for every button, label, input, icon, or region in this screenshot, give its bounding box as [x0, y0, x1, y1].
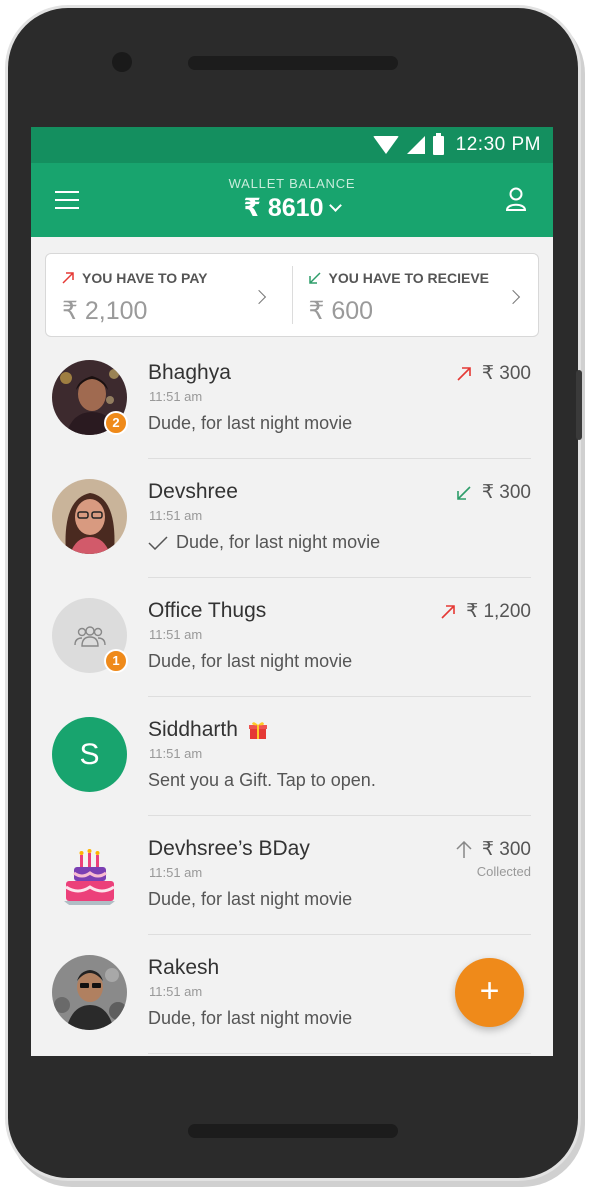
- message-time: 11:51 am: [149, 746, 203, 761]
- list-item[interactable]: Devshree 11:51 am Dude, for last night m…: [31, 459, 553, 578]
- avatar: [52, 479, 127, 554]
- wallet-label: WALLET BALANCE: [228, 176, 356, 191]
- arrow-up-right-icon: [441, 604, 455, 619]
- message-preview: Dude, for last night movie: [148, 651, 353, 671]
- wallet-amount-dropdown[interactable]: ₹ 8610: [243, 193, 343, 223]
- contact-list: 2 Bhaghya 11:51 am Dude, for last night …: [31, 340, 553, 1054]
- list-item[interactable]: S Siddharth 11:51 am Sent you a Gift. Ta…: [31, 697, 553, 816]
- message-preview: Dude, for last night movie: [176, 532, 381, 552]
- contact-name: Rakesh: [148, 956, 220, 979]
- status-bar: 12:30 PM: [31, 127, 553, 163]
- app-bar: WALLET BALANCE ₹ 8610: [31, 163, 553, 237]
- list-item[interactable]: 2 Bhaghya 11:51 am Dude, for last night …: [31, 340, 553, 459]
- wallet-balance: WALLET BALANCE ₹ 8610: [31, 176, 553, 223]
- app-screen: 12:30 PM WALLET BALANCE ₹ 8610 YOU HAVE …: [31, 127, 553, 1056]
- collected-status: Collected: [476, 864, 531, 879]
- contact-name: Office Thugs: [148, 599, 267, 622]
- pay-label: YOU HAVE TO PAY: [82, 270, 208, 286]
- list-item[interactable]: 1 Office Thugs 11:51 am Dude, for last n…: [31, 578, 553, 697]
- receive-label: YOU HAVE TO RECIEVE: [328, 270, 490, 286]
- message-time: 11:51 am: [149, 984, 203, 999]
- amount: ₹ 300: [481, 839, 531, 860]
- avatar: [52, 836, 127, 911]
- birthday-cake-icon: [61, 849, 118, 905]
- message-time: 11:51 am: [149, 865, 203, 880]
- message-time: 11:51 am: [149, 389, 203, 404]
- arrow-down-left-icon: [457, 485, 471, 500]
- check-icon: [148, 535, 168, 550]
- message-time: 11:51 am: [149, 508, 203, 523]
- avatar: S: [52, 717, 127, 792]
- arrow-up-right-icon: [62, 272, 74, 284]
- arrow-up-right-icon: [457, 366, 471, 381]
- group-icon: [73, 625, 106, 647]
- list-item[interactable]: Devhsree’s BDay 11:51 am Dude, for last …: [31, 816, 553, 935]
- message-preview: Sent you a Gift. Tap to open.: [148, 770, 376, 790]
- wallet-amount: ₹ 8610: [243, 194, 324, 222]
- unread-badge: 2: [104, 411, 128, 435]
- receive-summary[interactable]: YOU HAVE TO RECIEVE ₹ 600: [291, 266, 539, 325]
- avatar: [52, 955, 127, 1030]
- status-time: 12:30 PM: [455, 134, 541, 155]
- contact-name: Devhsree’s BDay: [148, 837, 310, 860]
- add-button[interactable]: +: [455, 958, 524, 1027]
- unread-badge: 1: [104, 649, 128, 673]
- message-time: 11:51 am: [149, 627, 203, 642]
- top-speaker: [188, 56, 398, 70]
- signal-icon: [406, 136, 425, 154]
- receive-value: ₹ 600: [308, 297, 374, 325]
- arrow-up-icon: [456, 840, 472, 858]
- balance-summary-card: YOU HAVE TO PAY ₹ 2,100 YOU HAVE TO RECI…: [45, 253, 539, 337]
- gift-icon: [248, 722, 267, 739]
- message-preview: Dude, for last night movie: [148, 1008, 353, 1028]
- chevron-down-icon: [329, 199, 343, 212]
- message-preview: Dude, for last night movie: [148, 413, 353, 433]
- user-icon[interactable]: [505, 187, 527, 211]
- contact-name: Devshree: [148, 480, 238, 503]
- side-button: [576, 370, 582, 440]
- contact-name: Siddharth: [148, 718, 238, 741]
- front-camera: [112, 52, 132, 72]
- amount: ₹ 300: [481, 363, 531, 384]
- message-preview: Dude, for last night movie: [148, 889, 353, 909]
- contact-name: Bhaghya: [148, 361, 231, 384]
- arrow-down-left-icon: [308, 272, 321, 284]
- bottom-speaker: [188, 1124, 398, 1138]
- wifi-icon: [372, 136, 399, 154]
- battery-icon: [432, 132, 444, 155]
- pay-summary[interactable]: YOU HAVE TO PAY ₹ 2,100: [46, 254, 292, 336]
- amount: ₹ 300: [481, 482, 531, 503]
- amount: ₹ 1,200: [466, 601, 531, 622]
